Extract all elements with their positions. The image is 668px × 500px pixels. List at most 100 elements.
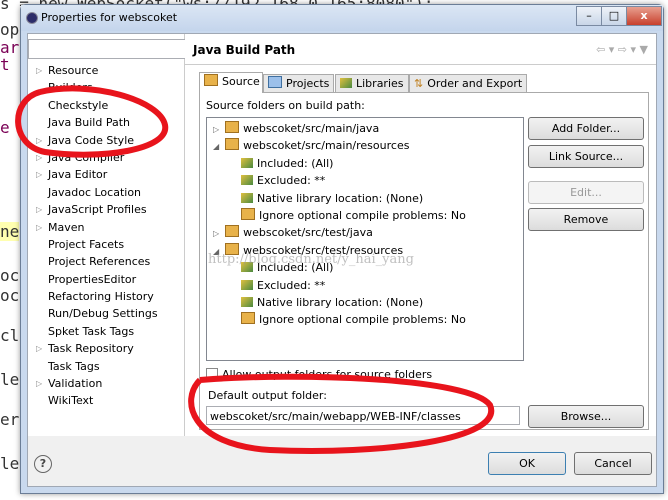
nav-item[interactable]: Builders — [28, 79, 184, 96]
expand-arrow-icon[interactable]: ▷ — [36, 166, 42, 183]
tree-item[interactable]: ▷ webscoket/src/test/java — [213, 224, 373, 241]
nav-item[interactable]: ▷ Validation — [28, 375, 184, 392]
nav-item-label: JavaScript Profiles — [48, 203, 147, 217]
tab-label: Projects — [286, 77, 330, 90]
nav-item[interactable]: Task Tags — [28, 358, 184, 375]
minimize-button[interactable]: – — [576, 6, 602, 26]
code-line: op — [0, 20, 20, 39]
expand-arrow-icon[interactable]: ▷ — [36, 62, 42, 79]
nav-item[interactable]: Run/Debug Settings — [28, 305, 184, 322]
nav-item[interactable]: Javadoc Location — [28, 184, 184, 201]
expand-arrow-icon[interactable]: ◢ — [213, 142, 219, 151]
nav-item-label: Javadoc Location — [48, 185, 142, 199]
nav-tree: ▷ Resource Builders Checkstyle Java Build Pa… — [28, 62, 184, 410]
tree-item-label: Excluded: ** — [257, 174, 326, 188]
tree-item-label: Native library location: (None) — [257, 296, 424, 309]
nav-item[interactable]: ▷ Java Editor — [28, 166, 184, 183]
expand-arrow-icon[interactable]: ▷ — [213, 229, 219, 238]
browse-button[interactable]: Browse... — [528, 405, 644, 428]
expand-arrow-icon[interactable]: ◢ — [213, 247, 219, 256]
filter-input[interactable] — [28, 39, 188, 59]
folder-icon — [241, 208, 255, 220]
link-source-button[interactable]: Link Source... — [528, 145, 644, 168]
tab-label: Libraries — [356, 77, 404, 90]
folder-icon — [225, 225, 240, 238]
eclipse-icon — [26, 12, 38, 24]
nav-item-label: Java Code Style — [48, 133, 135, 147]
tree-item[interactable]: ▷ webscoket/src/main/java — [213, 120, 379, 137]
nav-item[interactable]: Project Facets — [28, 236, 184, 253]
code-line: t — [0, 55, 10, 74]
tree-item[interactable]: ◢ webscoket/src/main/resources — [213, 137, 409, 154]
nav-item[interactable]: ▷ Java Compiler — [28, 149, 184, 166]
code-line: oc — [0, 286, 20, 305]
expand-arrow-icon[interactable]: ▷ — [36, 149, 42, 166]
tree-item[interactable]: Ignore optional compile problems: No — [241, 207, 466, 224]
expand-arrow-icon[interactable]: ▷ — [213, 125, 219, 134]
ok-button[interactable]: OK — [488, 452, 566, 475]
nav-item[interactable]: WikiText — [28, 392, 184, 409]
remove-button[interactable]: Remove — [528, 208, 644, 231]
tree-item[interactable]: Excluded: ** — [241, 277, 325, 294]
allow-output-folders-checkbox[interactable]: Allow output folders for source folders — [206, 368, 432, 381]
nav-item[interactable]: ▷ Resource — [28, 62, 184, 79]
nav-item-label: Java Build Path — [48, 116, 131, 130]
cancel-button[interactable]: Cancel — [574, 452, 652, 475]
nav-item[interactable]: ▷ JavaScript Profiles — [28, 201, 184, 218]
expand-arrow-icon[interactable]: ▷ — [36, 219, 42, 236]
tree-item[interactable]: Included: (All) — [241, 155, 333, 172]
default-output-field[interactable]: webscoket/src/main/webapp/WEB-INF/classe… — [206, 406, 520, 425]
tab-libraries[interactable]: Libraries — [335, 74, 409, 93]
tab-order-export[interactable]: ⇅ Order and Export — [409, 74, 528, 93]
add-folder-button[interactable]: Add Folder... — [528, 117, 644, 140]
tree-item-label: Ignore optional compile problems: No — [259, 209, 466, 222]
maximize-button[interactable]: □ — [601, 6, 627, 26]
nav-item-label: WikiText — [48, 394, 94, 408]
libraries-icon — [340, 78, 352, 88]
tab-source[interactable]: Source — [199, 72, 263, 93]
source-folders-tree[interactable]: ▷ webscoket/src/main/java ◢ webscoket/src/m… — [206, 117, 524, 361]
expand-arrow-icon[interactable]: ▷ — [36, 375, 42, 392]
title-bar[interactable]: Properties for webscoket – □ x — [21, 5, 663, 31]
code-line: e — [0, 118, 10, 137]
tree-item[interactable]: Ignore optional compile problems: No — [241, 311, 466, 328]
tree-item-label: Excluded: ** — [257, 278, 326, 292]
nav-item[interactable]: PropertiesEditor — [28, 271, 184, 288]
tree-item[interactable]: Included: (All) — [241, 259, 333, 276]
tree-item[interactable]: Excluded: ** — [241, 172, 325, 189]
nav-item[interactable]: Spket Task Tags — [28, 323, 184, 340]
nav-item[interactable]: Project References — [28, 253, 184, 270]
build-path-page: Java Build Path ⇦ ▾ ⇨ ▾ ▼ Source Project… — [185, 34, 656, 436]
tree-item-label: webscoket/src/main/resources — [243, 139, 410, 153]
nav-item[interactable]: ▷ Maven — [28, 219, 184, 236]
projects-icon — [268, 76, 282, 88]
nav-item[interactable]: ▷ Java Code Style — [28, 132, 184, 149]
nav-item-label: Run/Debug Settings — [48, 307, 158, 321]
expand-arrow-icon[interactable]: ▷ — [36, 201, 42, 218]
nav-panel: ▷ Resource Builders Checkstyle Java Build Pa… — [28, 34, 188, 436]
history-nav-icons[interactable]: ⇦ ▾ ⇨ ▾ ▼ — [596, 43, 648, 56]
nav-item[interactable]: ▷ Task Repository — [28, 340, 184, 357]
expand-arrow-icon[interactable]: ▷ — [36, 132, 42, 149]
folder-icon — [225, 138, 240, 151]
tree-item-label: Native library location: (None) — [257, 191, 424, 205]
close-button[interactable]: x — [626, 6, 662, 26]
tree-item[interactable]: Native library location: (None) — [241, 294, 423, 311]
expand-arrow-icon[interactable]: ▷ — [36, 340, 42, 357]
tree-item-label: webscoket/src/main/java — [243, 122, 380, 135]
nav-item[interactable]: Java Build Path — [28, 114, 184, 132]
nav-item-label: Validation — [48, 377, 103, 391]
tree-item[interactable]: ◢ webscoket/src/test/resources — [213, 242, 403, 259]
help-icon[interactable]: ? — [34, 455, 52, 473]
nav-item[interactable]: Checkstyle — [28, 97, 184, 114]
edit-button[interactable]: Edit... — [528, 181, 644, 204]
tree-item[interactable]: Native library location: (None) — [241, 190, 423, 207]
nav-item-label: Maven — [48, 220, 85, 234]
nav-item[interactable]: Refactoring History — [28, 288, 184, 305]
code-line: cl — [0, 326, 20, 345]
folder-icon — [241, 312, 255, 325]
tab-projects[interactable]: Projects — [263, 74, 335, 93]
default-output-label: Default output folder: — [208, 389, 327, 402]
order-export-icon: ⇅ — [414, 77, 424, 90]
checkbox-box[interactable] — [206, 368, 218, 380]
